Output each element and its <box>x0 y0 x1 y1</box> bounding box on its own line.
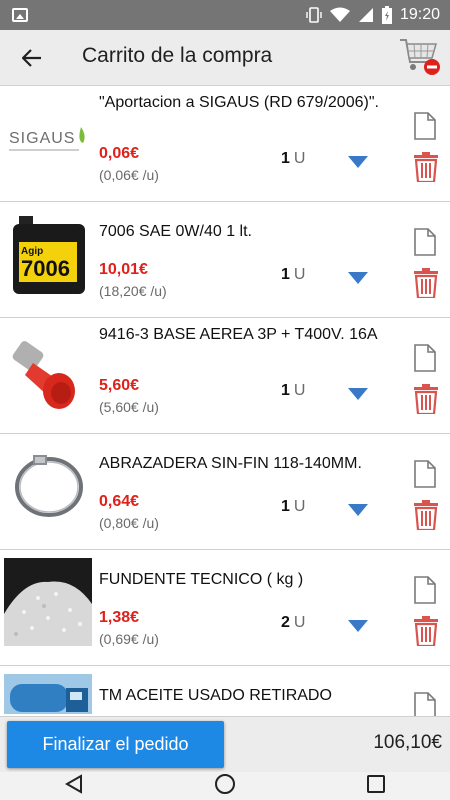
quantity-field[interactable]: 1U <box>281 498 305 516</box>
document-icon[interactable] <box>414 228 436 256</box>
cart-item[interactable]: Agip 7006 7006 SAE 0W/40 1 lt. 10,01€ (1… <box>0 202 450 318</box>
status-icons: 19:20 <box>306 0 440 30</box>
dropdown-arrow-icon[interactable] <box>348 388 368 400</box>
product-image <box>4 558 92 646</box>
product-name: FUNDENTE TECNICO ( kg ) <box>99 571 304 588</box>
signal-icon <box>358 8 373 22</box>
quantity-field[interactable]: 1U <box>281 382 305 400</box>
product-unit-price: (0,69€ /u) <box>99 631 159 647</box>
page-title: Carrito de la compra <box>82 44 273 67</box>
product-price: 5,60€ <box>99 377 140 394</box>
cart-item[interactable]: FUNDENTE TECNICO ( kg ) 1,38€ (0,69€ /u)… <box>0 550 450 666</box>
trash-icon[interactable] <box>414 500 438 530</box>
quantity-unit: U <box>293 614 306 631</box>
app-bar: Carrito de la compra <box>0 30 450 86</box>
dropdown-arrow-icon[interactable] <box>348 504 368 516</box>
status-time: 19:20 <box>399 6 440 23</box>
product-price: 0,06€ <box>99 145 140 162</box>
cart-item[interactable]: TM ACEITE USADO RETIRADO <box>0 666 450 716</box>
gallery-icon <box>12 8 28 22</box>
product-name: ABRAZADERA SIN-FIN 118-140MM. <box>99 455 362 472</box>
document-icon[interactable] <box>414 344 436 372</box>
quantity-value: 1 <box>281 150 290 167</box>
product-name: 7006 SAE 0W/40 1 lt. <box>99 223 252 240</box>
product-image: SIGAUS <box>6 96 92 182</box>
trash-icon[interactable] <box>414 616 438 646</box>
trash-icon[interactable] <box>414 384 438 414</box>
quantity-field[interactable]: 2U <box>281 614 305 632</box>
quantity-unit: U <box>293 498 306 515</box>
document-icon[interactable] <box>414 460 436 488</box>
product-price: 1,38€ <box>99 609 140 626</box>
order-total: 106,10€ <box>373 732 442 753</box>
vibrate-icon <box>306 7 322 23</box>
document-icon[interactable] <box>414 576 436 604</box>
nav-home-icon[interactable] <box>214 773 236 800</box>
quantity-value: 1 <box>281 382 290 399</box>
product-name: TM ACEITE USADO RETIRADO <box>99 687 332 704</box>
cart-button[interactable] <box>398 36 442 80</box>
quantity-unit: U <box>293 266 306 283</box>
quantity-value: 2 <box>281 614 290 631</box>
product-price: 10,01€ <box>99 261 148 278</box>
dropdown-arrow-icon[interactable] <box>348 272 368 284</box>
arrow-left-icon <box>22 49 41 67</box>
product-name: "Aportacion a SIGAUS (RD 679/2006)". <box>99 94 379 111</box>
finish-order-button[interactable]: Finalizar el pedido <box>7 721 224 768</box>
dropdown-arrow-icon[interactable] <box>348 620 368 632</box>
cart-list[interactable]: SIGAUS "Aportacion a SIGAUS (RD 679/2006… <box>0 86 450 716</box>
nav-back-icon[interactable] <box>65 773 83 799</box>
quantity-value: 1 <box>281 266 290 283</box>
quantity-field[interactable]: 1U <box>281 266 305 284</box>
product-unit-price: (5,60€ /u) <box>99 399 159 415</box>
trash-icon[interactable] <box>414 268 438 298</box>
product-unit-price: (0,80€ /u) <box>99 515 159 531</box>
cart-item[interactable]: SIGAUS "Aportacion a SIGAUS (RD 679/2006… <box>0 86 450 202</box>
product-unit-price: (18,20€ /u) <box>99 283 167 299</box>
svg-text:SIGAUS: SIGAUS <box>9 130 75 147</box>
dropdown-arrow-icon[interactable] <box>348 156 368 168</box>
checkout-bar: Finalizar el pedido 106,10€ <box>0 716 450 772</box>
cart-item[interactable]: ABRAZADERA SIN-FIN 118-140MM. 0,64€ (0,8… <box>0 434 450 550</box>
cart-item[interactable]: 9416-3 BASE AEREA 3P + T400V. 16A 5,60€ … <box>0 318 450 434</box>
product-image <box>4 674 92 716</box>
quantity-unit: U <box>293 382 306 399</box>
back-button[interactable] <box>14 40 50 76</box>
product-image <box>6 328 92 414</box>
system-nav-bar <box>0 772 450 800</box>
document-icon[interactable] <box>414 692 436 716</box>
product-price: 0,64€ <box>99 493 140 510</box>
wifi-icon <box>329 7 350 22</box>
trash-icon[interactable] <box>414 152 438 182</box>
quantity-unit: U <box>293 150 306 167</box>
nav-recents-icon[interactable] <box>366 774 385 798</box>
quantity-field[interactable]: 1U <box>281 150 305 168</box>
product-image <box>6 444 92 530</box>
product-name: 9416-3 BASE AEREA 3P + T400V. 16A <box>99 326 378 343</box>
quantity-value: 1 <box>281 498 290 515</box>
cart-remove-icon <box>400 39 440 75</box>
status-bar: 19:20 <box>0 0 450 30</box>
battery-icon <box>381 6 392 24</box>
product-unit-price: (0,06€ /u) <box>99 167 159 183</box>
document-icon[interactable] <box>414 112 436 140</box>
product-image: Agip 7006 <box>6 212 92 298</box>
product-image-label: 7006 <box>21 256 70 281</box>
